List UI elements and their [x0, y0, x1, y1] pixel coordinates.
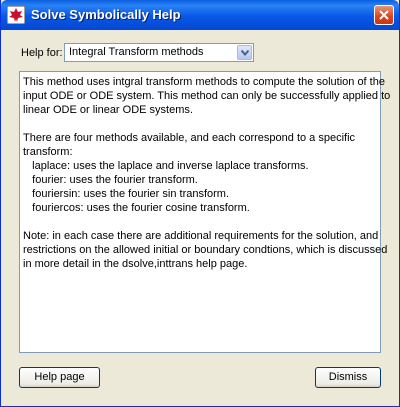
dropdown-button[interactable]	[237, 45, 252, 60]
help-text-line: restrictions on the allowed initial or b…	[23, 244, 388, 256]
help-text-line: in more detail in the dsolve,inttrans he…	[23, 258, 248, 270]
help-text-line: laplace: uses the laplace and inverse la…	[23, 160, 309, 172]
window-title: Solve Symbolically Help	[31, 7, 181, 22]
help-text-area[interactable]: This method uses intgral transform metho…	[19, 71, 391, 353]
maple-leaf-icon	[6, 5, 26, 25]
help-text-line: Note: in each case there are additional …	[23, 230, 379, 242]
help-text-line: linear ODE or linear ODE systems.	[23, 104, 193, 116]
help-text-line: fouriersin: uses the fourier sin transfo…	[23, 188, 230, 200]
help-text-line: transform:	[23, 146, 73, 158]
help-text-line: There are four methods available, and ea…	[23, 132, 356, 144]
help-page-button[interactable]: Help page	[19, 367, 100, 388]
help-text-line: fourier: uses the fourier transform.	[23, 174, 198, 186]
close-button[interactable]	[374, 5, 394, 25]
help-text-line: fouriercos: uses the fourier cosine tran…	[23, 202, 250, 214]
title-bar[interactable]: Solve Symbolically Help	[1, 0, 399, 30]
close-icon	[379, 10, 389, 20]
chevron-down-icon	[241, 50, 249, 56]
help-topic-value: Integral Transform methods	[69, 46, 204, 58]
help-text-line: input ODE or ODE system. This method can…	[23, 90, 391, 102]
help-text-line	[23, 117, 377, 131]
help-text-line: This method uses intgral transform metho…	[23, 76, 385, 88]
help-text-line	[23, 215, 377, 229]
help-dialog: Solve Symbolically Help Help for: Integr…	[0, 0, 400, 407]
help-topic-select[interactable]: Integral Transform methods	[64, 43, 254, 62]
help-for-label: Help for:	[21, 47, 63, 59]
dismiss-button[interactable]: Dismiss	[315, 367, 381, 388]
